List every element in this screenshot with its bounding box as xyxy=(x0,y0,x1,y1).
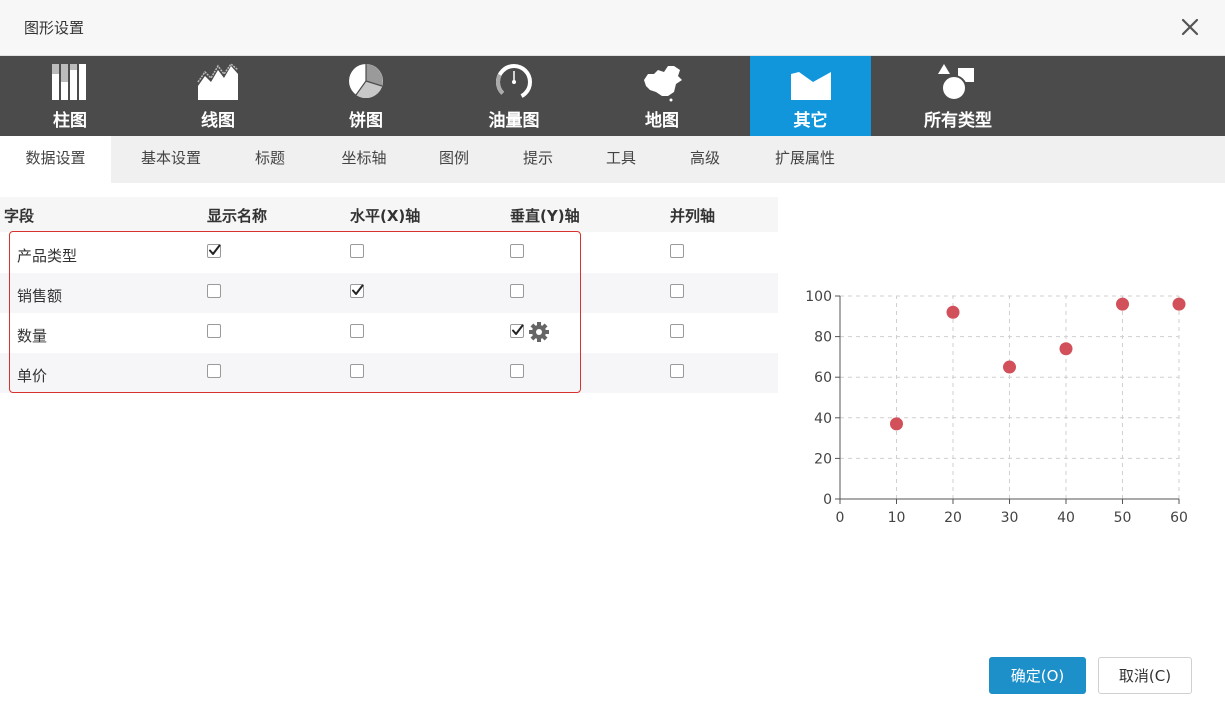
checkbox-x-axis[interactable] xyxy=(350,244,364,258)
tab-data-settings[interactable]: 数据设置 xyxy=(0,136,111,183)
chart-type-other-label: 其它 xyxy=(793,111,828,131)
x-tick-label: 40 xyxy=(1057,510,1075,526)
cancel-button[interactable]: 取消(C) xyxy=(1098,657,1192,694)
x-tick-label: 20 xyxy=(944,510,962,526)
chart-type-all-label: 所有类型 xyxy=(924,111,992,131)
checkbox-y-axis[interactable] xyxy=(510,324,524,338)
scatter-point xyxy=(1059,342,1073,356)
tab-title[interactable]: 标题 xyxy=(240,136,300,183)
tab-tools[interactable]: 工具 xyxy=(591,136,651,183)
header-x-axis: 水平(X)轴 xyxy=(350,207,421,225)
checkbox-y-axis[interactable] xyxy=(510,364,524,378)
checkbox-parallel-axis[interactable] xyxy=(670,364,684,378)
y-tick-label: 80 xyxy=(814,330,832,346)
bar-chart-icon xyxy=(52,64,86,100)
checkbox-y-axis[interactable] xyxy=(510,244,524,258)
chart-type-other[interactable]: 其它 xyxy=(750,56,871,136)
checkbox-x-axis[interactable] xyxy=(350,364,364,378)
chart-type-line-label: 线图 xyxy=(201,111,235,131)
table-row: 单价 xyxy=(0,353,778,393)
checkbox-display-name[interactable] xyxy=(207,324,221,338)
checkbox-y-axis[interactable] xyxy=(510,284,524,298)
x-tick-label: 60 xyxy=(1170,510,1188,526)
table-row: 产品类型 xyxy=(0,233,778,273)
y-tick-label: 60 xyxy=(814,370,832,386)
x-tick-label: 0 xyxy=(836,510,845,526)
tab-axis[interactable]: 坐标轴 xyxy=(325,136,403,183)
line-chart-icon xyxy=(197,62,239,100)
dialog-title: 图形设置 xyxy=(24,19,85,37)
pie-chart-icon xyxy=(349,64,383,99)
field-name: 单价 xyxy=(17,367,48,385)
header-display-name: 显示名称 xyxy=(207,207,268,225)
x-tick-label: 10 xyxy=(888,510,906,526)
tab-basic-settings[interactable]: 基本设置 xyxy=(125,136,217,183)
x-tick-label: 50 xyxy=(1114,510,1132,526)
chart-type-map-label: 地图 xyxy=(645,111,679,131)
chart-type-map[interactable]: 地图 xyxy=(602,56,722,136)
china-map-icon xyxy=(644,66,682,102)
chart-type-line[interactable]: 线图 xyxy=(158,56,278,136)
settings-tabs: 数据设置 基本设置 标题 坐标轴 图例 提示 工具 高级 扩展属性 xyxy=(0,136,1225,183)
checkbox-display-name[interactable] xyxy=(207,364,221,378)
scatter-point xyxy=(1116,297,1129,311)
checkbox-x-axis[interactable] xyxy=(350,284,364,298)
tab-extended-properties[interactable]: 扩展属性 xyxy=(760,136,850,183)
chart-type-all[interactable]: 所有类型 xyxy=(898,56,1018,136)
field-name: 数量 xyxy=(17,327,48,345)
scatter-point xyxy=(1172,297,1186,311)
scatter-chart-preview: 0 20 40 60 80 100 0 10 20 30 40 50 60 xyxy=(805,289,1188,526)
chart-type-gauge[interactable]: 油量图 xyxy=(454,56,574,136)
field-name: 销售额 xyxy=(17,287,63,305)
dialog-titlebar: 图形设置 xyxy=(0,0,1225,56)
tab-advanced[interactable]: 高级 xyxy=(675,136,735,183)
field-name: 产品类型 xyxy=(17,247,78,265)
y-tick-label: 40 xyxy=(814,411,832,427)
checkbox-parallel-axis[interactable] xyxy=(670,244,684,258)
chart-type-toolbar: 柱图 线图 饼图 油量图 地图 其它 所有类型 xyxy=(0,56,1225,136)
chart-type-bar[interactable]: 柱图 xyxy=(10,56,130,136)
gauge-icon xyxy=(496,64,532,100)
header-field: 字段 xyxy=(4,207,35,225)
table-row: 销售额 xyxy=(0,273,778,313)
chart-type-pie[interactable]: 饼图 xyxy=(306,56,426,136)
scatter-point xyxy=(890,417,903,431)
checkbox-parallel-axis[interactable] xyxy=(670,324,684,338)
chart-type-pie-label: 饼图 xyxy=(349,111,383,131)
y-tick-label: 0 xyxy=(823,492,832,508)
checkbox-x-axis[interactable] xyxy=(350,324,364,338)
chart-type-bar-label: 柱图 xyxy=(53,111,87,131)
shapes-icon xyxy=(938,64,974,101)
tab-legend[interactable]: 图例 xyxy=(424,136,484,183)
scatter-point xyxy=(1003,360,1016,374)
checkbox-display-name[interactable] xyxy=(207,284,221,298)
x-tick-label: 30 xyxy=(1001,510,1019,526)
y-tick-label: 100 xyxy=(805,289,832,305)
chart-type-gauge-label: 油量图 xyxy=(488,111,540,131)
checkbox-display-name[interactable] xyxy=(207,244,221,258)
close-icon[interactable] xyxy=(1177,14,1203,40)
header-parallel-axis: 并列轴 xyxy=(670,207,716,225)
tab-tooltip[interactable]: 提示 xyxy=(508,136,568,183)
table-row: 数量 xyxy=(0,313,778,353)
y-tick-label: 20 xyxy=(814,451,832,467)
gear-icon[interactable] xyxy=(528,321,550,343)
header-y-axis: 垂直(Y)轴 xyxy=(510,207,580,225)
table-header: 字段 显示名称 水平(X)轴 垂直(Y)轴 并列轴 xyxy=(0,197,778,232)
ok-button[interactable]: 确定(O) xyxy=(989,657,1086,694)
other-chart-icon xyxy=(790,72,831,100)
scatter-point xyxy=(946,305,960,319)
checkbox-parallel-axis[interactable] xyxy=(670,284,684,298)
